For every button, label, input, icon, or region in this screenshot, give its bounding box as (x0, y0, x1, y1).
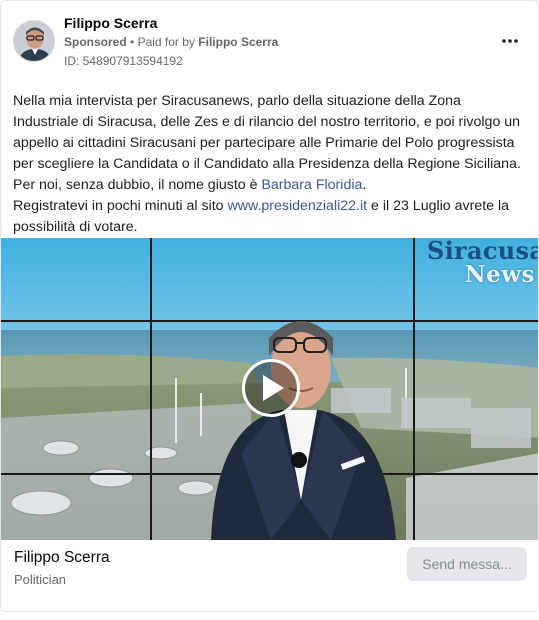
ad-id: ID: 548907913594192 (64, 54, 183, 68)
logo-line-1: Siracusa (427, 236, 539, 265)
website-link[interactable]: www.presidenziali22.it (227, 198, 367, 214)
play-button[interactable] (242, 359, 300, 417)
candidate-link[interactable]: Barbara Floridia (261, 177, 362, 193)
body-line2-suffix: . (362, 177, 367, 193)
body-paragraph-2: Per noi, senza dubbio, il nome giusto è … (13, 175, 528, 196)
body-paragraph-1: Nella mia intervista per Siracusanews, p… (13, 93, 521, 172)
post-body-text: Nella mia intervista per Siracusanews, p… (13, 91, 528, 238)
cta-footer: Filippo Scerra Politician Send messa... (1, 540, 538, 611)
footer-page-name[interactable]: Filippo Scerra (14, 548, 110, 568)
logo-line-2: News (464, 261, 535, 288)
paid-for-prefix: Paid for by (137, 35, 195, 49)
sponsored-label[interactable]: Sponsored (64, 35, 127, 49)
send-message-button[interactable]: Send messa... (407, 547, 527, 581)
post-meta: Filippo Scerra Sponsored • Paid for by F… (64, 13, 486, 70)
page-name[interactable]: Filippo Scerra (64, 13, 486, 33)
post-header: Filippo Scerra Sponsored • Paid for by F… (13, 13, 526, 69)
separator-dot: • (130, 35, 135, 49)
body-line2-prefix: Per noi, senza dubbio, il nome giusto è (13, 177, 262, 193)
sponsored-line: Sponsored • Paid for by Filippo Scerra (64, 34, 486, 51)
footer-category: Politician (14, 572, 67, 587)
siracusa-news-logo: Siracusa News (427, 236, 539, 289)
body-line3-prefix: Registratevi in pochi minuti al sito (13, 198, 228, 214)
avatar[interactable] (13, 20, 55, 62)
ad-card: Filippo Scerra Sponsored • Paid for by F… (0, 0, 539, 612)
body-paragraph-3: Registratevi in pochi minuti al sito www… (13, 196, 528, 238)
more-options-button[interactable] (496, 27, 524, 55)
paid-for-name: Filippo Scerra (198, 35, 279, 49)
more-horizontal-icon (502, 39, 518, 43)
